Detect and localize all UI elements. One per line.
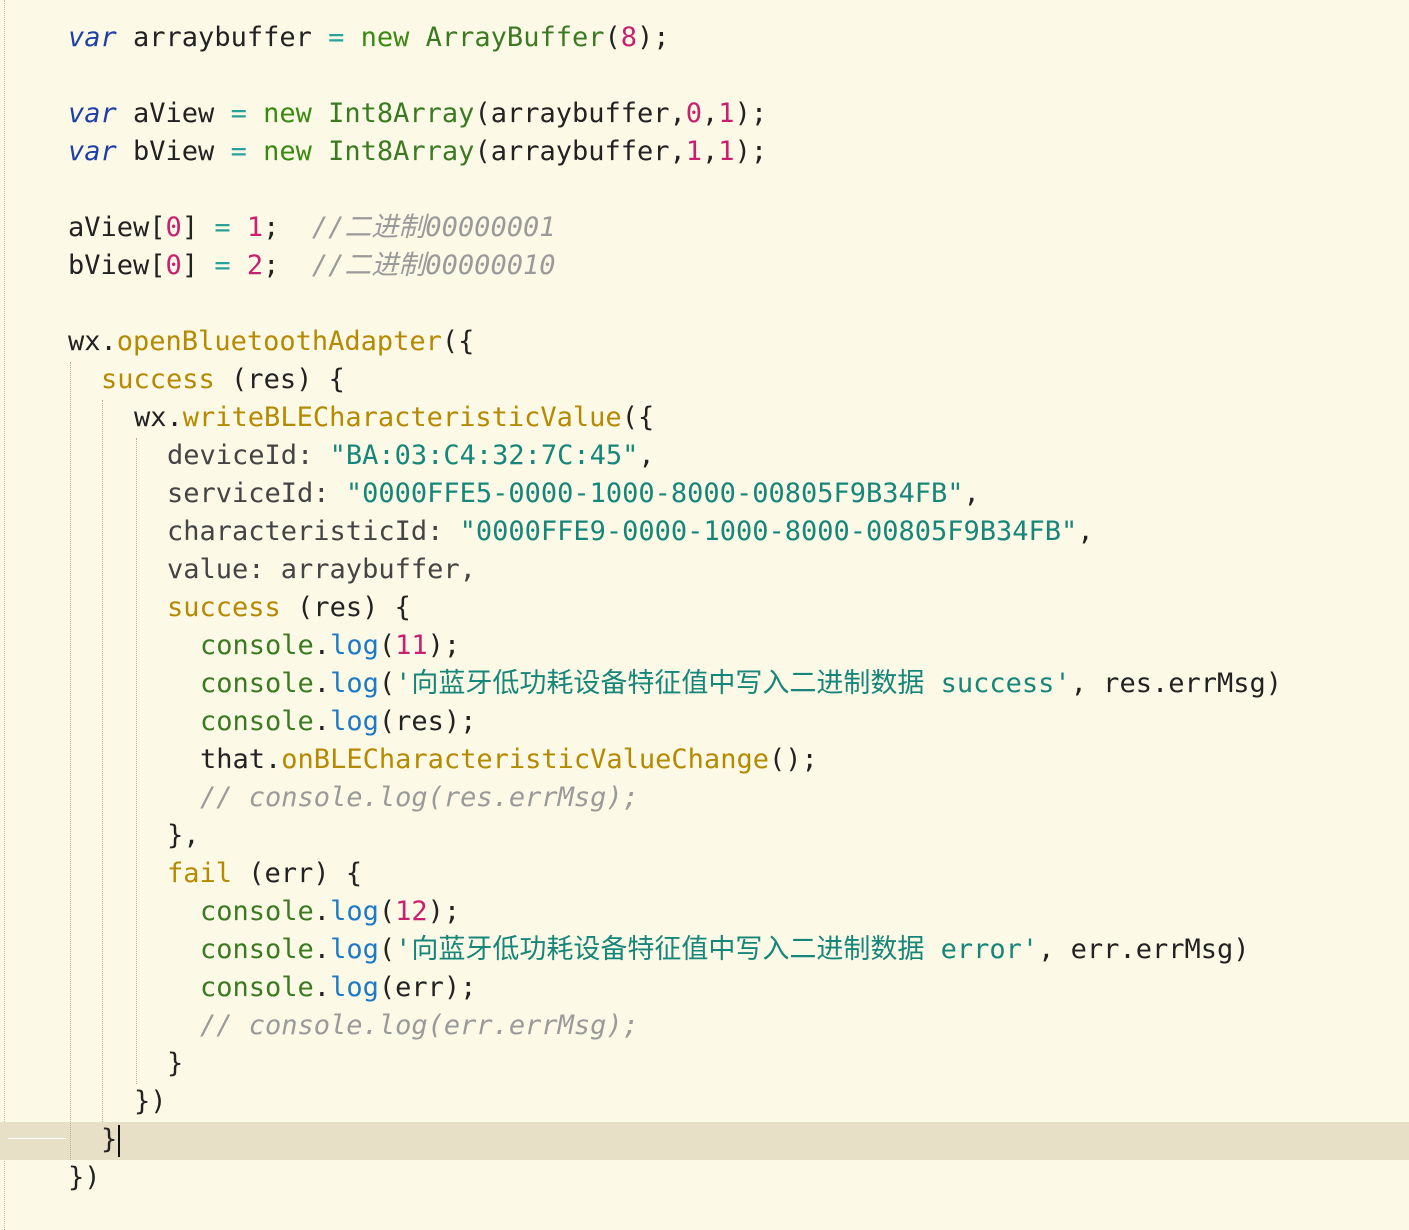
code-line: console.log(11); <box>200 630 461 661</box>
indent-guide <box>102 400 103 1122</box>
code-line: console.log('向蓝牙低功耗设备特征值中写入二进制数据 success… <box>200 668 1282 699</box>
code-line: var arraybuffer = new ArrayBuffer(8); <box>68 22 670 53</box>
code-line: success (res) { <box>101 364 345 395</box>
code-line: }) <box>68 1162 101 1193</box>
code-line: that.onBLECharacteristicValueChange(); <box>200 744 818 775</box>
code-line: console.log(err); <box>200 972 477 1003</box>
code-line: wx.openBluetoothAdapter({ <box>68 326 475 357</box>
current-line-highlight <box>0 1122 1409 1160</box>
code-line-current[interactable]: } <box>101 1121 121 1159</box>
indent-guide <box>70 362 71 1160</box>
indent-guide <box>136 438 137 1084</box>
code-line: serviceId: "0000FFE5-0000-1000-8000-0080… <box>167 478 980 509</box>
code-line: // console.log(res.errMsg); <box>200 782 639 813</box>
code-line: console.log(12); <box>200 896 461 927</box>
code-line: characteristicId: "0000FFE9-0000-1000-80… <box>167 516 1094 547</box>
code-line: }) <box>134 1086 167 1117</box>
gutter-border <box>4 0 5 1230</box>
code-line: value: arraybuffer, <box>167 554 476 585</box>
code-line: fail (err) { <box>167 858 363 889</box>
code-line: var aView = new Int8Array(arraybuffer,0,… <box>68 98 768 129</box>
code-line: wx.writeBLECharacteristicValue({ <box>134 402 655 433</box>
code-line: aView[0] = 1; //二进制00000001 <box>68 212 556 243</box>
code-line: bView[0] = 2; //二进制00000010 <box>68 250 556 281</box>
code-line: success (res) { <box>167 592 411 623</box>
code-line: deviceId: "BA:03:C4:32:7C:45", <box>167 440 655 471</box>
code-line: } <box>167 1048 184 1079</box>
code-editor[interactable]: var arraybuffer = new ArrayBuffer(8); va… <box>0 0 1409 1230</box>
text-caret <box>118 1124 121 1157</box>
code-line: var bView = new Int8Array(arraybuffer,1,… <box>68 136 768 167</box>
code-line: }, <box>167 820 200 851</box>
code-line: console.log(res); <box>200 706 477 737</box>
fold-indicator <box>8 1138 66 1139</box>
code-line: // console.log(err.errMsg); <box>200 1010 639 1041</box>
code-line: console.log('向蓝牙低功耗设备特征值中写入二进制数据 error',… <box>200 934 1250 965</box>
